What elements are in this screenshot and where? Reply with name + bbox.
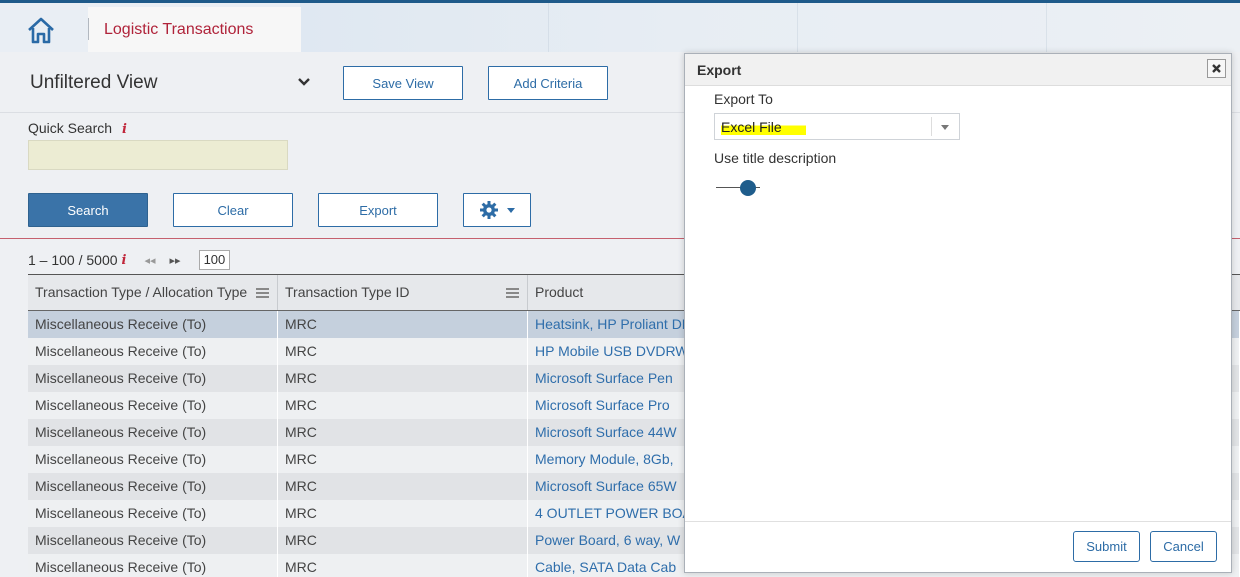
pager: 1 – 100 / 5000 i ◂◂ ▸▸ 100 xyxy=(28,250,231,270)
quick-search-label-text: Quick Search xyxy=(28,120,113,136)
chevron-down-icon[interactable] xyxy=(296,74,312,88)
info-icon[interactable]: i xyxy=(122,122,127,137)
cell-type-id: MRC xyxy=(278,311,528,338)
column-menu-icon[interactable] xyxy=(256,288,269,299)
cell-transaction-type: Miscellaneous Receive (To) xyxy=(28,500,278,527)
export-button[interactable]: Export xyxy=(318,193,438,227)
cell-transaction-type: Miscellaneous Receive (To) xyxy=(28,527,278,554)
dialog-title: Export xyxy=(685,54,1231,86)
close-icon[interactable] xyxy=(1207,59,1226,78)
cell-type-id: MRC xyxy=(278,527,528,554)
gear-icon xyxy=(479,200,499,220)
banner-background xyxy=(300,3,1240,52)
cell-transaction-type: Miscellaneous Receive (To) xyxy=(28,554,278,577)
export-dialog: Export Export To Excel File Use title de… xyxy=(684,53,1232,573)
column-header[interactable]: Transaction Type ID xyxy=(278,275,528,310)
next-page-icon[interactable]: ▸▸ xyxy=(170,254,181,267)
pager-info-icon[interactable]: i xyxy=(122,253,127,268)
cell-transaction-type: Miscellaneous Receive (To) xyxy=(28,473,278,500)
cell-type-id: MRC xyxy=(278,365,528,392)
home-icon[interactable] xyxy=(24,15,58,45)
dialog-footer: Submit Cancel xyxy=(685,521,1231,572)
export-to-select[interactable]: Excel File xyxy=(714,113,960,140)
page-size-select[interactable]: 100 xyxy=(198,250,231,270)
select-separator xyxy=(931,117,932,136)
add-criteria-button[interactable]: Add Criteria xyxy=(488,66,608,100)
top-banner: Logistic Transactions xyxy=(0,0,1240,55)
save-view-button[interactable]: Save View xyxy=(343,66,463,100)
settings-menu-button[interactable] xyxy=(463,193,531,227)
cell-type-id: MRC xyxy=(278,446,528,473)
caret-down-icon xyxy=(507,207,515,213)
cell-type-id: MRC xyxy=(278,338,528,365)
export-to-label: Export To xyxy=(714,91,773,107)
nav-divider xyxy=(88,18,89,40)
quick-search-input[interactable] xyxy=(28,140,288,170)
export-to-value: Excel File xyxy=(721,119,806,135)
search-button[interactable]: Search xyxy=(28,193,148,227)
clear-button[interactable]: Clear xyxy=(173,193,293,227)
cell-type-id: MRC xyxy=(278,473,528,500)
tab-logistic-transactions[interactable]: Logistic Transactions xyxy=(88,7,301,55)
cell-type-id: MRC xyxy=(278,419,528,446)
column-header[interactable]: Transaction Type / Allocation Type xyxy=(28,275,278,310)
cell-type-id: MRC xyxy=(278,392,528,419)
column-menu-icon[interactable] xyxy=(506,288,519,299)
prev-page-icon[interactable]: ◂◂ xyxy=(144,254,155,267)
view-title: Unfiltered View xyxy=(30,72,158,93)
cell-type-id: MRC xyxy=(278,500,528,527)
record-range: 1 – 100 / 5000 xyxy=(28,252,118,268)
submit-button[interactable]: Submit xyxy=(1073,531,1140,562)
column-header-label: Transaction Type / Allocation Type xyxy=(35,284,248,300)
cell-transaction-type: Miscellaneous Receive (To) xyxy=(28,446,278,473)
quick-search-label: Quick Search i xyxy=(28,120,127,137)
cell-type-id: MRC xyxy=(278,554,528,577)
caret-down-icon xyxy=(941,125,949,130)
cell-transaction-type: Miscellaneous Receive (To) xyxy=(28,392,278,419)
use-title-toggle[interactable] xyxy=(716,178,762,198)
toggle-knob[interactable] xyxy=(740,180,756,196)
cell-transaction-type: Miscellaneous Receive (To) xyxy=(28,338,278,365)
tab-label: Logistic Transactions xyxy=(104,21,254,38)
cell-transaction-type: Miscellaneous Receive (To) xyxy=(28,311,278,338)
use-title-label: Use title description xyxy=(714,150,837,166)
column-header-label: Product xyxy=(535,284,584,300)
column-header-label: Transaction Type ID xyxy=(285,284,410,300)
cancel-button[interactable]: Cancel xyxy=(1150,531,1217,562)
cell-transaction-type: Miscellaneous Receive (To) xyxy=(28,365,278,392)
cell-transaction-type: Miscellaneous Receive (To) xyxy=(28,419,278,446)
